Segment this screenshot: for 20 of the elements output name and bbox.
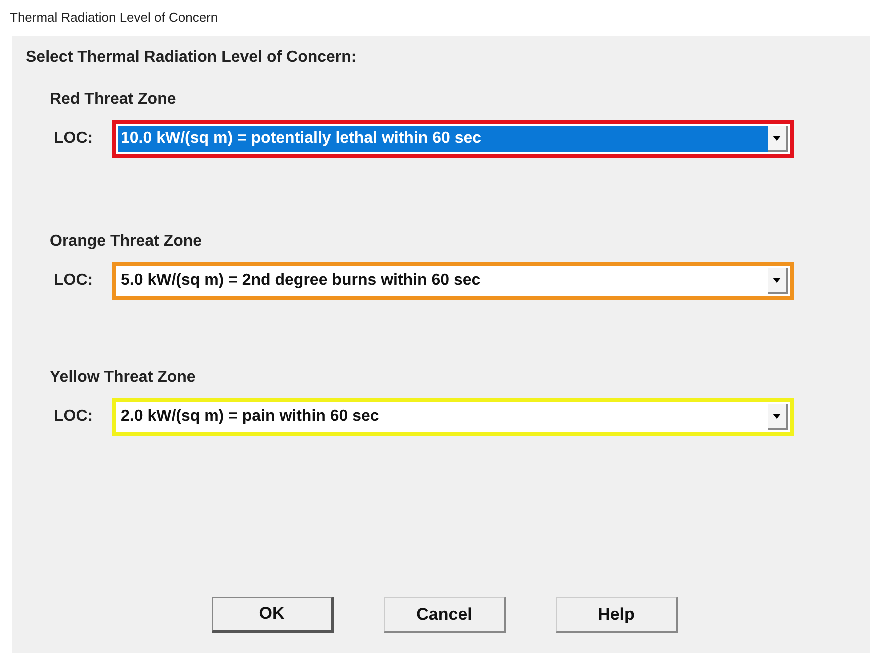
zone-label: Red Threat Zone <box>50 90 176 110</box>
window-title: Thermal Radiation Level of Concern <box>10 9 218 28</box>
loc-label: LOC: <box>53 407 94 427</box>
dropdown-arrow-button[interactable] <box>768 126 788 152</box>
dropdown-arrow-button[interactable] <box>768 268 788 294</box>
loc-label: LOC: <box>53 271 94 291</box>
dropdown-arrow-button[interactable] <box>768 404 788 430</box>
loc-label: LOC: <box>53 129 94 149</box>
caret-icon <box>773 414 781 418</box>
dialog-heading: Select Thermal Radiation Level of Concern: <box>26 48 357 68</box>
loc-dropdown[interactable]: 5.0 kW/(sq m) = 2nd degree burns within 60 sec <box>112 262 794 300</box>
zone-label: Orange Threat Zone <box>50 232 202 252</box>
loc-dropdown[interactable]: 2.0 kW/(sq m) = pain within 60 sec <box>112 398 794 436</box>
dialog-button[interactable]: OK <box>212 597 334 633</box>
dialog-button[interactable]: Cancel <box>384 597 506 633</box>
caret-icon <box>773 136 781 140</box>
caret-icon <box>773 278 781 282</box>
zone-label: Yellow Threat Zone <box>50 368 196 388</box>
loc-dropdown[interactable]: 10.0 kW/(sq m) = potentially lethal within 60 sec <box>112 120 794 158</box>
dialog-button[interactable]: Help <box>556 597 678 633</box>
